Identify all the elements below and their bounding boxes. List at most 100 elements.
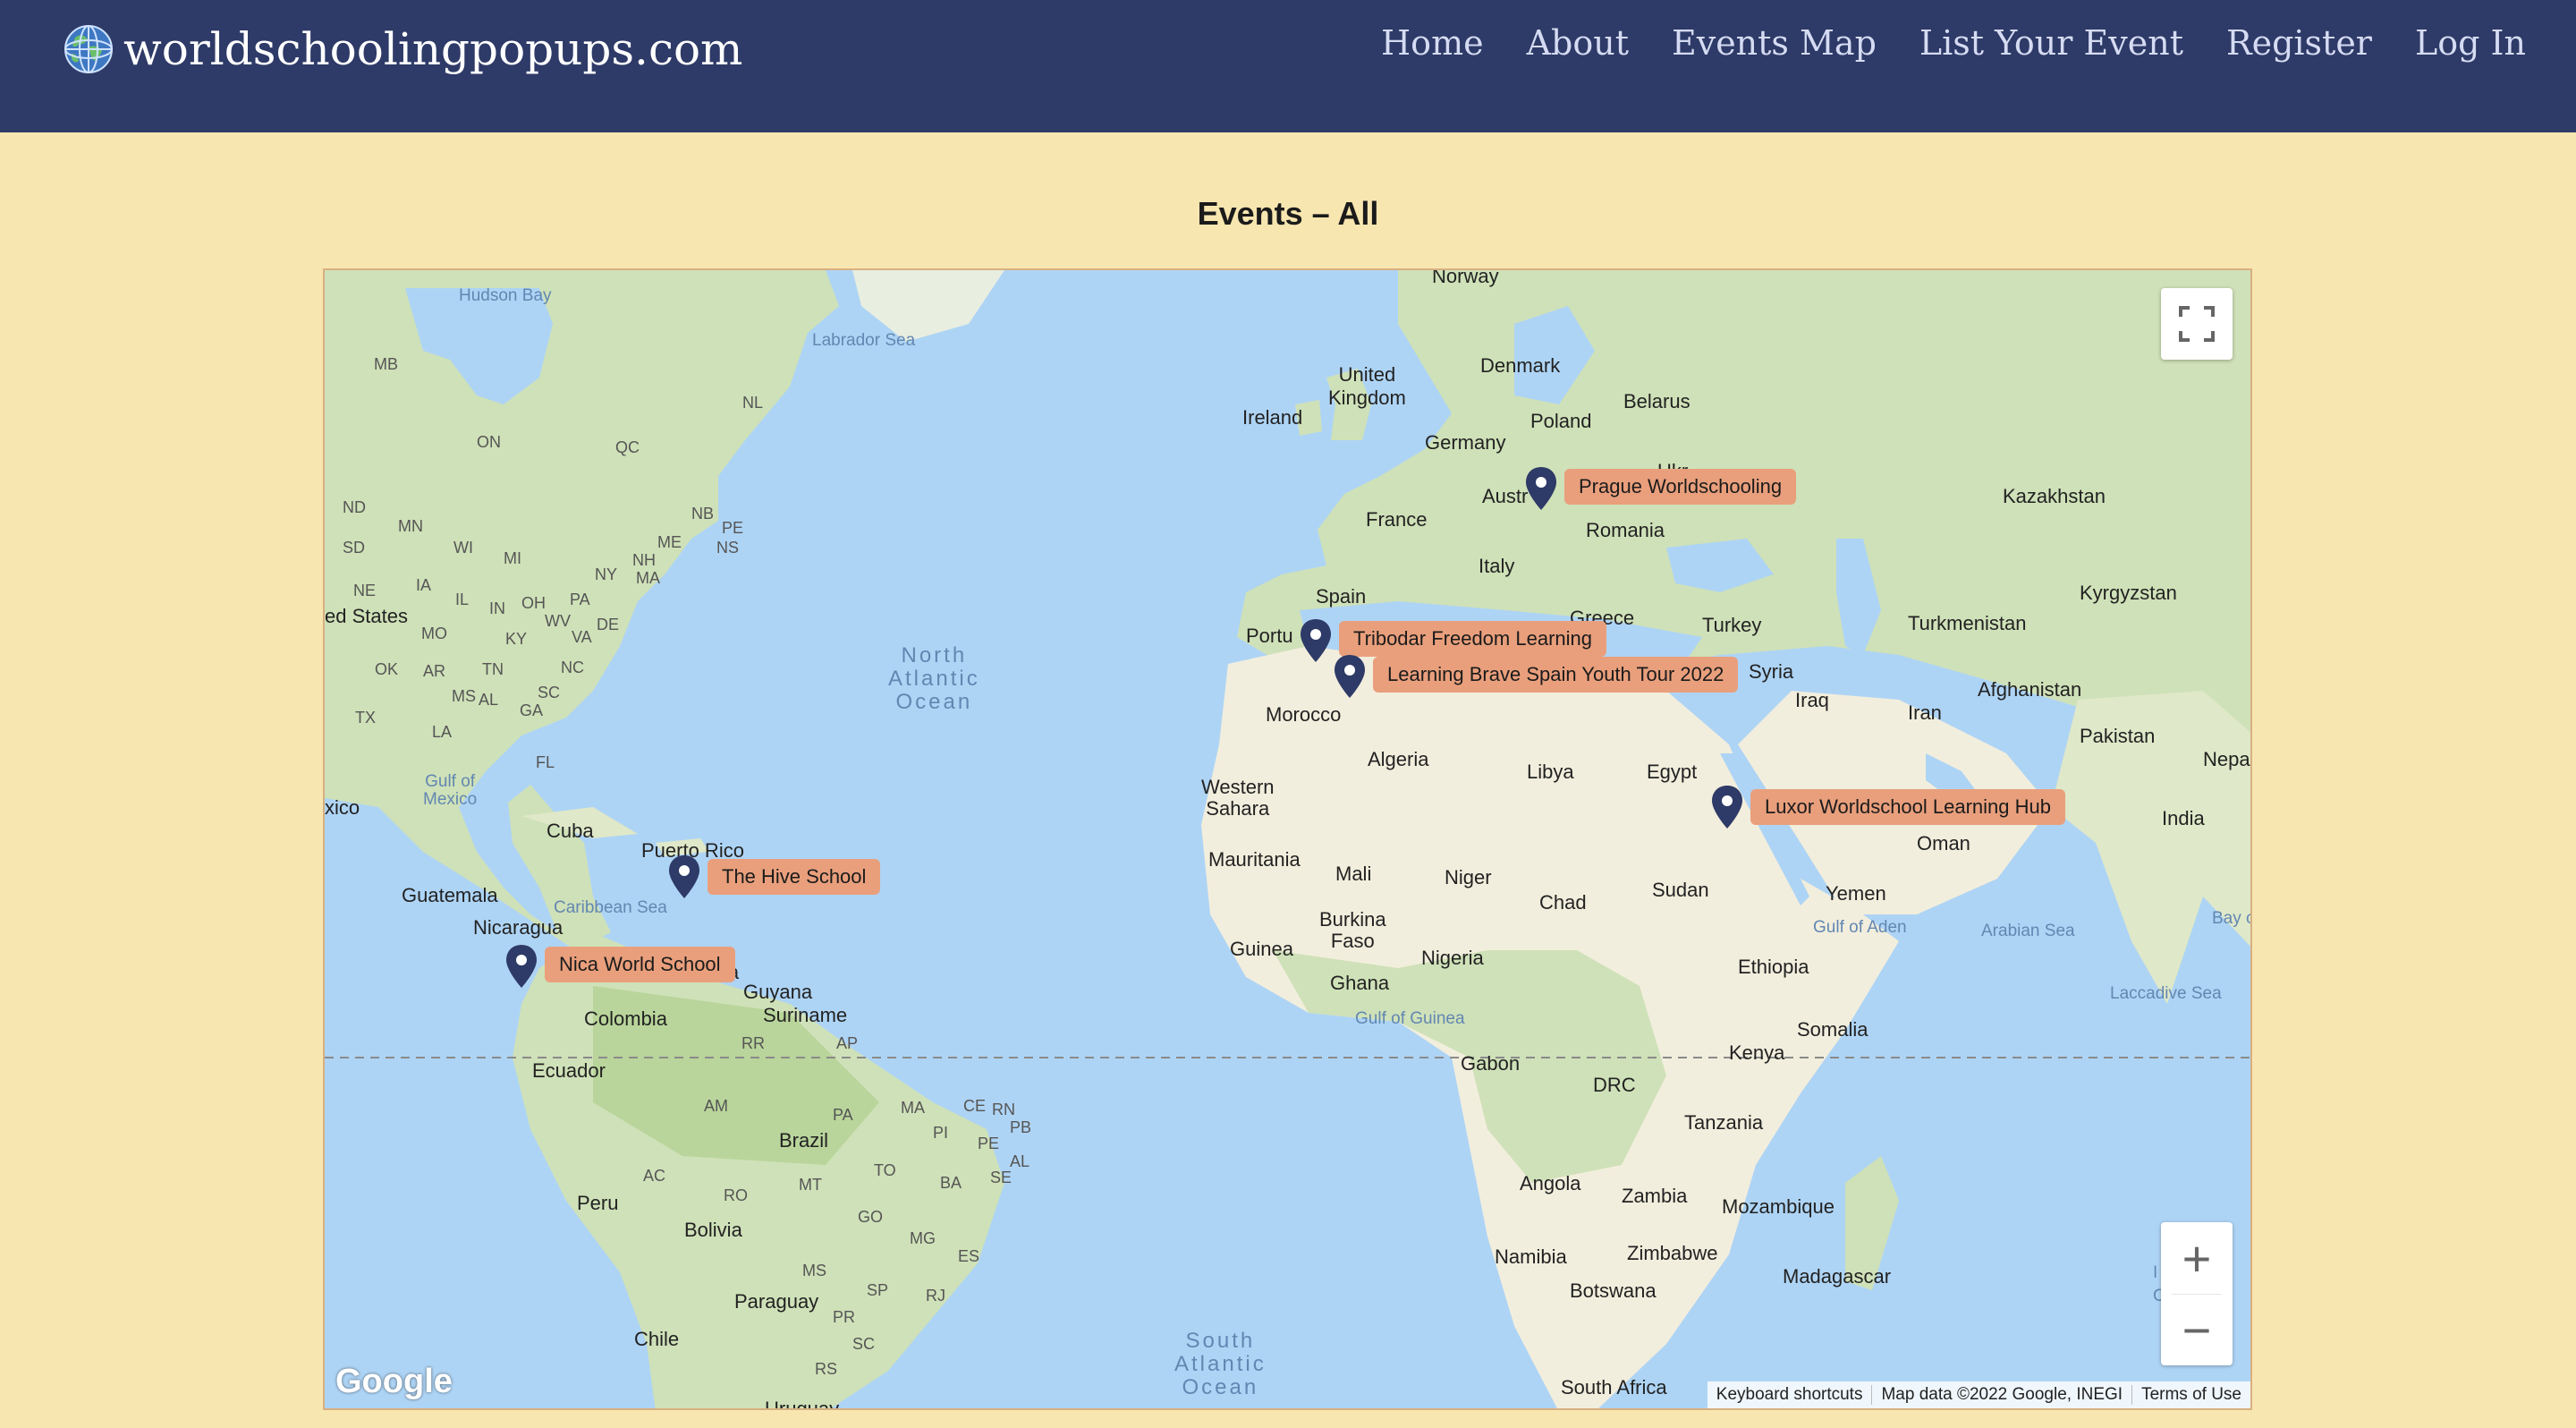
map-label-to: TO — [874, 1161, 896, 1179]
map-label-chile: Chile — [634, 1328, 680, 1350]
map-label-mb: MB — [374, 355, 398, 373]
map-label-rn: RN — [992, 1101, 1015, 1118]
map-label-caribbean-sea: Caribbean Sea — [554, 898, 667, 917]
google-logo: Google — [335, 1363, 453, 1400]
terms-of-use-link[interactable]: Terms of Use — [2132, 1385, 2250, 1405]
map-label-ma-br: MA — [901, 1099, 925, 1117]
map-label-syria: Syria — [1749, 660, 1794, 683]
brand-link[interactable]: worldschoolingpopups.com — [63, 18, 742, 81]
map-label-kyrgyzstan: Kyrgyzstan — [2080, 582, 2177, 604]
map-label-ma: MA — [636, 569, 660, 587]
map-label-poland: Poland — [1530, 410, 1592, 432]
map-label-gulf-of-mexico: Gulf of Mexico — [423, 772, 478, 809]
map-label-ireland: Ireland — [1242, 406, 1303, 429]
map-label-bay-of-bengal: Bay c — [2212, 909, 2252, 928]
event-label-prague[interactable]: Prague Worldschooling — [1564, 469, 1797, 505]
map-label-go: GO — [858, 1208, 884, 1226]
map-label-cuba: Cuba — [547, 820, 594, 842]
nav-about-link[interactable]: About — [1527, 23, 1629, 63]
zoom-out-button[interactable]: − — [2161, 1294, 2233, 1365]
map-label-western-sahara: Western Sahara — [1201, 776, 1275, 820]
map-label-turkmenistan: Turkmenistan — [1908, 612, 2027, 634]
map-label-spain: Spain — [1316, 585, 1367, 608]
map-label-austria: Austr — [1482, 485, 1529, 507]
map-label-ok: OK — [375, 660, 399, 678]
map-label-oh: OH — [521, 594, 546, 612]
zoom-in-button[interactable]: + — [2161, 1222, 2233, 1294]
map-marker-icon[interactable] — [1523, 465, 1559, 512]
map-label-nc: NC — [561, 659, 584, 676]
map-label-ms: MS — [452, 687, 476, 705]
map-label-zambia: Zambia — [1622, 1185, 1688, 1207]
map-label-kenya: Kenya — [1729, 1041, 1785, 1064]
event-label-hive-school[interactable]: The Hive School — [708, 859, 881, 895]
map-label-pb: PB — [1010, 1118, 1032, 1136]
map-label-sd: SD — [343, 539, 366, 557]
map-label-gabon: Gabon — [1461, 1052, 1521, 1075]
map-label-nb: NB — [691, 505, 715, 523]
nav-home-link[interactable]: Home — [1381, 23, 1484, 63]
map-marker-icon[interactable] — [504, 943, 539, 990]
map-label-italy: Italy — [1479, 555, 1515, 577]
map-label-pa: PA — [570, 591, 590, 608]
map-label-il: IL — [455, 591, 470, 608]
map-label-wi: WI — [453, 539, 473, 557]
map-label-guatemala: Guatemala — [402, 884, 498, 906]
globe-icon — [64, 25, 113, 73]
map-label-drc: DRC — [1593, 1074, 1636, 1096]
map-marker-icon[interactable] — [666, 854, 702, 900]
zoom-control: + − — [2161, 1222, 2233, 1365]
nav-events-map-link[interactable]: Events Map — [1672, 23, 1877, 63]
map-label-india: India — [2162, 807, 2205, 829]
map-label-mozambique: Mozambique — [1722, 1195, 1835, 1218]
map-label-ny: NY — [595, 565, 618, 583]
nav-register-link[interactable]: Register — [2226, 23, 2372, 63]
keyboard-shortcuts-link[interactable]: Keyboard shortcuts — [1707, 1385, 1873, 1405]
map-attribution: Keyboard shortcuts Map data ©2022 Google… — [1707, 1381, 2250, 1408]
map-label-ecuador: Ecuador — [532, 1059, 606, 1082]
map-label-portugal: Portu — [1246, 625, 1293, 647]
map-label-mo: MO — [421, 625, 447, 642]
map-label-suriname: Suriname — [763, 1004, 848, 1026]
events-map[interactable]: Hudson Bay Labrador Sea MB ON QC NL ND M… — [323, 268, 2252, 1410]
map-label-ar: AR — [423, 662, 446, 680]
event-label-nica-world-school[interactable]: Nica World School — [545, 947, 735, 982]
map-label-ethiopia: Ethiopia — [1738, 956, 1809, 978]
map-label-bolivia: Bolivia — [684, 1219, 742, 1241]
map-label-am: AM — [704, 1097, 728, 1115]
map-label-united-states: ed States — [325, 605, 408, 627]
map-marker-icon[interactable] — [1298, 617, 1334, 664]
map-marker-icon[interactable] — [1709, 784, 1745, 830]
map-label-belarus: Belarus — [1623, 390, 1690, 412]
map-label-france: France — [1366, 508, 1428, 531]
nav-login-link[interactable]: Log In — [2415, 23, 2526, 63]
fullscreen-button[interactable] — [2161, 288, 2233, 360]
event-label-tribodar[interactable]: Tribodar Freedom Learning — [1339, 621, 1606, 657]
map-marker-icon[interactable] — [1332, 653, 1368, 700]
nav-list-your-event-link[interactable]: List Your Event — [1919, 23, 2183, 63]
event-label-learning-brave[interactable]: Learning Brave Spain Youth Tour 2022 — [1373, 657, 1739, 693]
map-label-nh: NH — [632, 551, 656, 569]
map-label-gulf-of-guinea: Gulf of Guinea — [1355, 1009, 1465, 1028]
main-nav: Home About Events Map List Your Event Re… — [1381, 23, 2526, 63]
map-label-yemen: Yemen — [1826, 882, 1886, 905]
map-label-mi: MI — [504, 549, 521, 567]
map-label-wv: WV — [545, 612, 571, 630]
map-label-pi: PI — [933, 1124, 949, 1142]
map-label-pe-br: PE — [978, 1135, 1000, 1152]
map-label-nigeria: Nigeria — [1421, 947, 1484, 969]
map-label-rj: RJ — [926, 1287, 945, 1305]
map-label-ce: CE — [963, 1097, 987, 1115]
map-label-iran: Iran — [1908, 701, 1942, 724]
map-label-algeria: Algeria — [1368, 748, 1429, 770]
map-label-ac: AC — [643, 1167, 666, 1185]
map-label-morocco: Morocco — [1266, 703, 1342, 726]
map-label-chad: Chad — [1539, 891, 1587, 914]
map-label-rr: RR — [741, 1034, 765, 1052]
map-label-es: ES — [958, 1247, 980, 1265]
map-label-qc: QC — [615, 438, 640, 456]
event-label-luxor[interactable]: Luxor Worldschool Learning Hub — [1750, 789, 2065, 825]
map-label-guinea: Guinea — [1230, 938, 1293, 960]
map-label-south-atlantic: South Atlantic Ocean — [1174, 1329, 1267, 1399]
map-label-hudson-bay: Hudson Bay — [459, 286, 552, 305]
